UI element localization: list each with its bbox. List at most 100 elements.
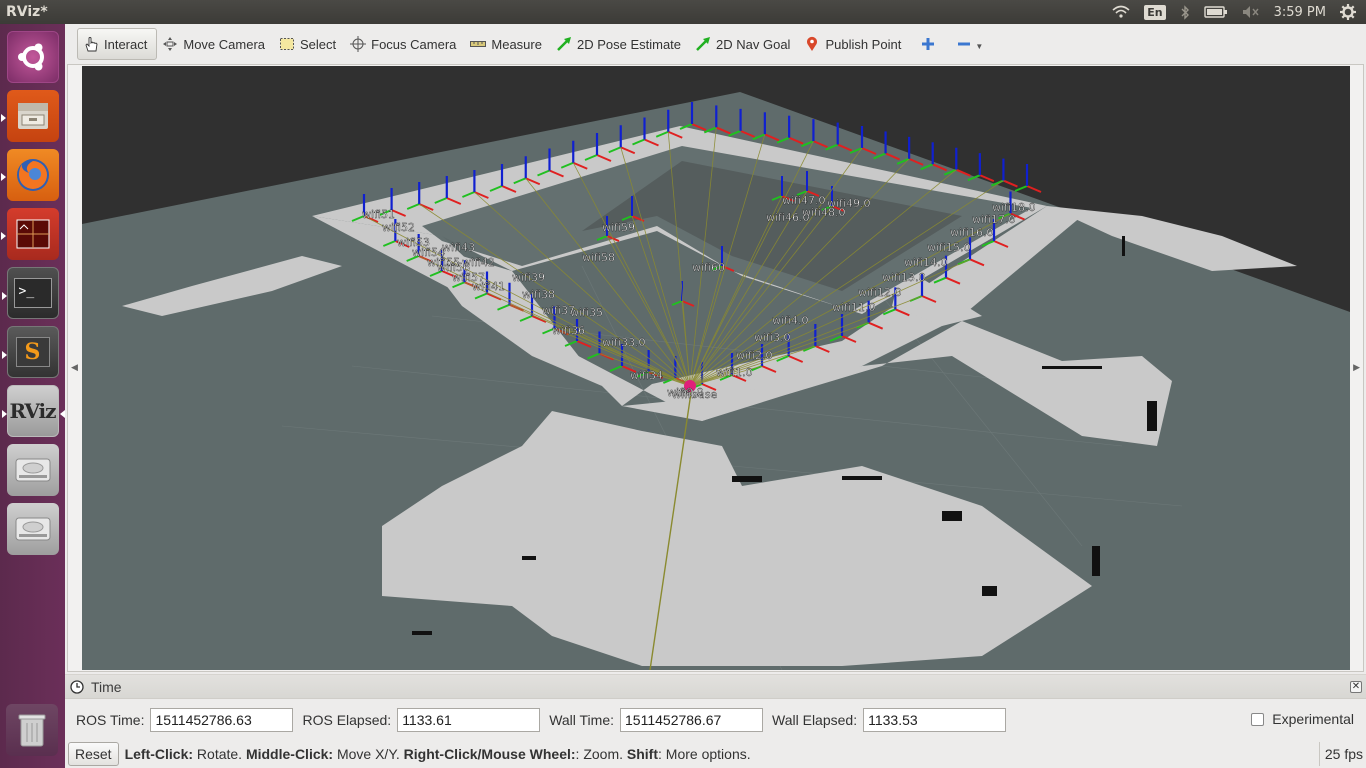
tool-2d-nav-goal[interactable]: 2D Nav Goal <box>690 28 799 60</box>
disk-icon <box>15 517 50 541</box>
bluetooth-icon[interactable] <box>1180 4 1190 20</box>
pose-label: wifi59 <box>602 221 635 234</box>
tool-select[interactable]: Select <box>274 28 345 60</box>
axis-line <box>1026 185 1042 193</box>
wall-time-field[interactable] <box>620 708 764 732</box>
scene-canvas: wifi1.0 wifi2.0 wifi3.0 wifi4.0 wifi11.0 wifi… <box>82 92 1350 670</box>
hand-icon <box>83 36 99 52</box>
pose-label: wifi36 <box>552 324 585 337</box>
pose-label: wifi33.0 <box>602 336 645 349</box>
reset-button[interactable]: Reset <box>68 742 119 766</box>
system-monitor-launcher[interactable] <box>0 208 59 260</box>
tool-2d-pose-estimate[interactable]: 2D Pose Estimate <box>551 28 690 60</box>
hint-key: Left-Click: <box>124 746 194 762</box>
pose-label: wifi49.0 <box>827 197 870 210</box>
top-panel: RViz* En 3:59 PM <box>0 0 1366 24</box>
tool-move-camera[interactable]: Move Camera <box>157 28 274 60</box>
pose-marker <box>1014 164 1042 193</box>
gear-icon[interactable] <box>1340 4 1356 20</box>
pose-label: wifi57 <box>452 271 485 284</box>
tool-measure[interactable]: Measure <box>465 28 551 60</box>
disk-1-launcher[interactable] <box>6 444 59 496</box>
3d-viewport[interactable]: wifi1.0 wifi2.0 wifi3.0 wifi4.0 wifi11.0 wifi… <box>82 66 1350 670</box>
terminal-icon: >_ <box>13 278 52 308</box>
sublime-text-launcher[interactable]: S <box>1 326 59 378</box>
remove-tool-button[interactable]: ▼ <box>946 28 993 60</box>
pose-label: wifi37 <box>542 304 575 317</box>
pose-label: wifi2.0 <box>736 349 772 362</box>
ruler-icon <box>470 36 487 52</box>
add-tool-button[interactable] <box>910 28 946 60</box>
pose-label: wifi16.0 <box>950 226 993 239</box>
time-fields: ROS Time: ROS Elapsed: Wall Time: Wall E… <box>65 699 1366 741</box>
disk-2-launcher[interactable] <box>6 503 59 555</box>
tool-label: Select <box>300 36 337 52</box>
rviz-window: Interact Move Camera Select Focus Camera… <box>65 24 1366 768</box>
files-launcher[interactable] <box>0 90 59 142</box>
firefox-icon <box>16 159 49 191</box>
hint-text: : More options. <box>658 746 751 762</box>
ubuntu-dash-button[interactable] <box>6 31 59 83</box>
rviz-launcher[interactable]: RViz <box>1 385 65 437</box>
experimental-toggle[interactable]: Experimental <box>1251 711 1354 727</box>
pose-label: wifi1.0 <box>716 366 752 379</box>
time-panel: Time ✕ ROS Time: ROS Elapsed: Wall Time:… <box>65 674 1366 740</box>
tool-focus-camera[interactable]: Focus Camera <box>345 28 465 60</box>
status-bar: Reset Left-Click: Rotate. Middle-Click: … <box>65 740 1366 768</box>
pose-label: wifi58 <box>582 251 615 264</box>
running-indicator <box>0 232 6 240</box>
collapse-left-icon[interactable]: ◀ <box>71 363 78 373</box>
clock[interactable]: 3:59 PM <box>1274 5 1326 20</box>
pose-label: wifi15.0 <box>927 241 970 254</box>
tool-interact[interactable]: Interact <box>77 28 158 60</box>
experimental-label: Experimental <box>1272 711 1354 727</box>
launcher: >_ S RViz <box>0 24 65 768</box>
running-indicator <box>0 114 6 122</box>
crosshair-icon <box>350 36 367 52</box>
experimental-checkbox[interactable] <box>1251 712 1265 726</box>
green-arrow-icon <box>556 36 572 52</box>
wifi-icon[interactable] <box>1112 5 1130 19</box>
collapse-right-icon[interactable]: ▶ <box>1353 363 1360 373</box>
pose-label: wifi52 <box>382 221 415 234</box>
keyboard-layout-indicator[interactable]: En <box>1144 4 1166 20</box>
pose-label: wifi12.0 <box>858 286 901 299</box>
close-icon[interactable]: ✕ <box>1350 680 1362 693</box>
pose-label: wifi3.0 <box>754 331 790 344</box>
pose-label: wifi43 <box>442 241 475 254</box>
battery-icon[interactable] <box>1203 6 1228 18</box>
pose-label: wifi13.0 <box>882 271 925 284</box>
tool-label: 2D Pose Estimate <box>576 36 682 52</box>
tool-label: Move Camera <box>183 36 265 52</box>
select-icon <box>279 36 295 52</box>
app-title: RViz* <box>6 4 48 20</box>
hint-key: Shift <box>626 746 659 762</box>
tool-label: Measure <box>491 36 542 52</box>
clock-icon <box>70 679 84 694</box>
tool-label: Interact <box>104 36 148 52</box>
pose-label: wifi51 <box>362 208 395 221</box>
green-arrow-icon <box>695 36 711 52</box>
fps-counter: 25 fps <box>1318 742 1363 766</box>
wall-elapsed-field[interactable] <box>863 708 1007 732</box>
ros-elapsed-field[interactable] <box>397 708 541 732</box>
map-pin-icon <box>804 36 820 52</box>
pose-label: wifi34 <box>630 369 663 382</box>
terminal-launcher[interactable]: >_ <box>1 267 59 319</box>
wall-time-label: Wall Time: <box>549 712 615 728</box>
indicator-area: En 3:59 PM <box>1112 4 1356 20</box>
tool-label: Focus Camera <box>371 36 457 52</box>
trash-launcher[interactable] <box>6 704 58 756</box>
ros-time-field[interactable] <box>150 708 294 732</box>
running-indicator <box>1 410 7 418</box>
chevron-down-icon: ▼ <box>975 41 984 51</box>
running-indicator <box>1 292 7 300</box>
firefox-launcher[interactable] <box>0 149 59 201</box>
tool-publish-point[interactable]: Publish Point <box>799 28 910 60</box>
pose-label: wifi60 <box>692 261 725 274</box>
axis-line <box>1003 179 1018 188</box>
ros-time-label: ROS Time: <box>76 712 145 728</box>
volume-muted-icon[interactable] <box>1242 5 1260 19</box>
toolbar: Interact Move Camera Select Focus Camera… <box>65 24 1366 64</box>
tool-label: 2D Nav Goal <box>716 36 791 52</box>
